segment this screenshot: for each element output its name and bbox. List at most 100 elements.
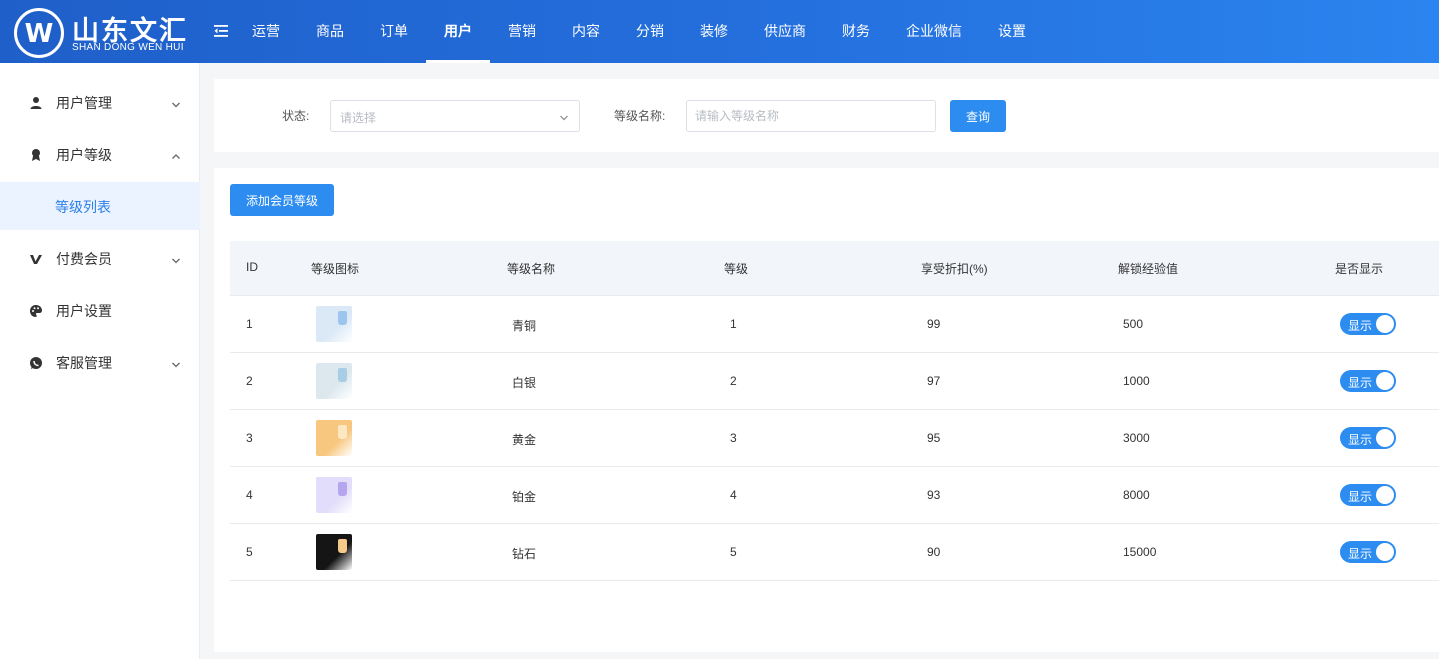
level-name-input[interactable] — [686, 100, 936, 132]
toggle-label: 显示 — [1348, 319, 1373, 333]
sidebar-item-user-management[interactable]: 用户管理 — [0, 83, 200, 123]
column-header: 是否显示 — [1335, 262, 1384, 276]
nav-item-marketing[interactable]: 营销 — [490, 0, 554, 63]
cell-id: 2 — [246, 374, 253, 388]
cell-discount: 90 — [927, 545, 941, 559]
nav-item-distribution[interactable]: 分销 — [618, 0, 682, 63]
sidebar-item-label: 付费会员 — [56, 251, 112, 267]
cell-name: 青铜 — [512, 319, 537, 333]
nav-item-products[interactable]: 商品 — [298, 0, 362, 63]
cell-level: 1 — [730, 317, 737, 331]
toggle-label: 显示 — [1348, 490, 1373, 504]
toggle-knob — [1376, 543, 1394, 561]
status-select[interactable]: 请选择 — [330, 100, 580, 132]
gem-icon — [338, 311, 347, 325]
column-header: ID — [246, 260, 258, 274]
svg-text:W: W — [25, 19, 54, 49]
chat-icon — [29, 356, 43, 370]
cell-exp: 15000 — [1123, 545, 1157, 559]
table-row: 3 黄金 3 95 3000 显示 — [230, 410, 1439, 467]
level-thumbnail-gold — [316, 420, 352, 456]
cell-level: 2 — [730, 374, 737, 388]
chevron-down-icon — [171, 254, 181, 264]
toggle-knob — [1376, 315, 1394, 333]
palette-icon — [29, 304, 43, 318]
sidebar-item-paid-membership[interactable]: 付费会员 — [0, 239, 200, 279]
cell-id: 5 — [246, 545, 253, 559]
level-icon — [29, 148, 43, 162]
toggle-knob — [1376, 429, 1394, 447]
column-header: 享受折扣(%) — [921, 262, 988, 276]
level-thumbnail-silver — [316, 363, 352, 399]
level-thumbnail-bronze — [316, 306, 352, 342]
filter-panel: 状态: 请选择 等级名称: 查询 — [214, 79, 1439, 152]
gem-icon — [338, 368, 347, 382]
gem-icon — [338, 425, 347, 439]
menu-collapse-icon[interactable] — [212, 22, 230, 40]
nav-item-wecom[interactable]: 企业微信 — [888, 0, 980, 63]
cell-level: 4 — [730, 488, 737, 502]
logo-subtitle: SHAN DONG WEN HUI — [72, 42, 184, 53]
visibility-toggle[interactable]: 显示 — [1340, 427, 1396, 449]
status-label: 状态: — [282, 109, 310, 123]
sidebar-item-customer-service[interactable]: 客服管理 — [0, 343, 200, 383]
sidebar-item-label: 用户设置 — [56, 303, 112, 319]
column-header: 等级名称 — [507, 262, 556, 276]
add-level-button[interactable]: 添加会员等级 — [230, 184, 334, 216]
toggle-label: 显示 — [1348, 547, 1373, 561]
nav-item-decoration[interactable]: 装修 — [682, 0, 746, 63]
sidebar-item-user-settings[interactable]: 用户设置 — [0, 291, 200, 331]
column-header: 等级图标 — [311, 262, 360, 276]
sidebar-item-user-level[interactable]: 用户等级 — [0, 135, 200, 175]
chevron-down-icon — [559, 111, 569, 121]
cell-name: 铂金 — [512, 490, 537, 504]
column-header: 解锁经验值 — [1118, 262, 1179, 276]
cell-name: 黄金 — [512, 433, 537, 447]
level-thumbnail-platinum — [316, 477, 352, 513]
visibility-toggle[interactable]: 显示 — [1340, 313, 1396, 335]
toggle-label: 显示 — [1348, 376, 1373, 390]
table-row: 2 白银 2 97 1000 显示 — [230, 353, 1439, 410]
query-button[interactable]: 查询 — [950, 100, 1006, 132]
gem-icon — [338, 482, 347, 496]
cell-level: 3 — [730, 431, 737, 445]
visibility-toggle[interactable]: 显示 — [1340, 541, 1396, 563]
sidebar-subitem-level-list[interactable]: 等级列表 — [0, 182, 200, 230]
sidebar-item-label: 用户等级 — [56, 147, 112, 163]
nav-item-content[interactable]: 内容 — [554, 0, 618, 63]
cell-name: 白银 — [512, 376, 537, 390]
gem-icon — [338, 539, 347, 553]
column-header: 等级 — [724, 262, 749, 276]
chevron-down-icon — [171, 358, 181, 368]
cell-id: 1 — [246, 317, 253, 331]
nav-item-users[interactable]: 用户 — [426, 0, 490, 63]
nav-item-settings[interactable]: 设置 — [980, 0, 1044, 63]
visibility-toggle[interactable]: 显示 — [1340, 370, 1396, 392]
sidebar-subitem-label: 等级列表 — [55, 199, 111, 215]
sidebar-item-label: 客服管理 — [56, 355, 112, 371]
cell-id: 4 — [246, 488, 253, 502]
sidebar: 用户管理 用户等级 等级列表 付费会员 用户设置 客服管理 — [0, 63, 200, 659]
brand-logo[interactable]: W 山东文汇 SHAN DONG WEN HUI — [14, 6, 194, 58]
level-name-label: 等级名称: — [614, 109, 666, 123]
nav-item-suppliers[interactable]: 供应商 — [746, 0, 824, 63]
nav-item-finance[interactable]: 财务 — [824, 0, 888, 63]
main-nav: 运营 商品 订单 用户 营销 内容 分销 装修 供应商 财务 企业微信 设置 — [234, 0, 1044, 63]
top-header: W 山东文汇 SHAN DONG WEN HUI 运营 商品 订单 用户 营销 … — [0, 0, 1439, 63]
logo-emblem-icon: W — [14, 8, 64, 58]
cell-level: 5 — [730, 545, 737, 559]
nav-item-operations[interactable]: 运营 — [234, 0, 298, 63]
chevron-up-icon — [171, 150, 181, 160]
vip-icon — [29, 252, 43, 266]
toggle-label: 显示 — [1348, 433, 1373, 447]
table-row: 5 钻石 5 90 15000 显示 — [230, 524, 1439, 581]
cell-exp: 8000 — [1123, 488, 1150, 502]
cell-discount: 95 — [927, 431, 941, 445]
visibility-toggle[interactable]: 显示 — [1340, 484, 1396, 506]
nav-item-orders[interactable]: 订单 — [362, 0, 426, 63]
cell-discount: 99 — [927, 317, 941, 331]
level-table-panel: 添加会员等级 ID 等级图标 等级名称 等级 享受折扣(%) 解锁经验值 是否显… — [214, 168, 1439, 652]
cell-discount: 93 — [927, 488, 941, 502]
user-icon — [29, 96, 43, 110]
cell-exp: 3000 — [1123, 431, 1150, 445]
